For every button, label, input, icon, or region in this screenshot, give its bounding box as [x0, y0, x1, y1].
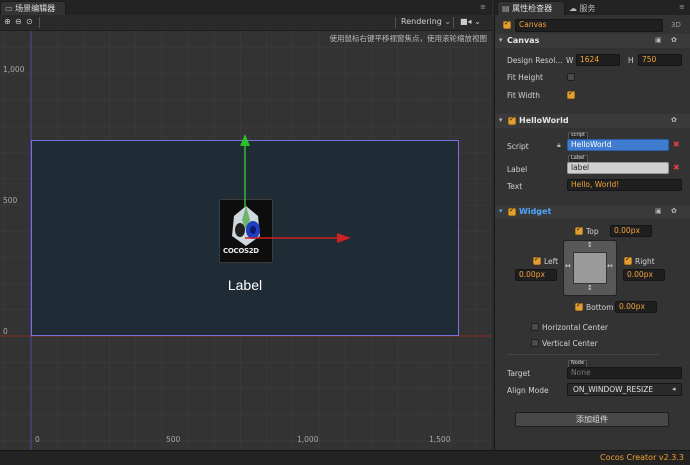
zoom-fit-icon[interactable]: ⊙	[26, 17, 33, 26]
widget-bottom-checkbox[interactable]	[575, 301, 583, 311]
design-resolution-label: Design Resol...	[507, 56, 563, 65]
target-node-field[interactable]: None	[567, 367, 682, 379]
tab-properties[interactable]: ▤ 属性检查器	[497, 1, 565, 15]
book-icon[interactable]: ▣	[655, 36, 662, 44]
scene-label-node[interactable]: Label	[200, 277, 290, 293]
toolbar-divider	[395, 17, 396, 28]
helloworld-enabled-checkbox[interactable]	[508, 115, 516, 125]
arrow-vertical-icon: ↕	[587, 241, 593, 249]
widget-right-checkbox[interactable]	[624, 255, 632, 265]
align-mode-label: Align Mode	[507, 386, 549, 395]
tab-scene-editor[interactable]: ▭ 场景编辑器	[0, 1, 66, 15]
node-name-input[interactable]: Canvas	[515, 19, 663, 32]
status-bar: Cocos Creator v2.3.3	[0, 450, 690, 465]
widget-section-title: Widget	[519, 207, 552, 216]
vertical-center-label: Vertical Center	[542, 339, 598, 348]
gear-icon[interactable]: ✿	[671, 116, 677, 124]
tab-service[interactable]: ☁ 服务	[569, 3, 596, 14]
widget-enabled-checkbox[interactable]	[508, 206, 516, 216]
scene-tab-bar: ▭ 场景编辑器 ≡	[0, 0, 492, 16]
panel-menu-icon[interactable]: ≡	[480, 3, 486, 11]
arrow-vertical-icon: ↕	[587, 284, 593, 292]
fit-height-checkbox[interactable]	[567, 73, 575, 81]
divider	[507, 354, 659, 355]
widget-left-label: Left	[544, 257, 559, 266]
camera-icon[interactable]: ■◂ ⌄	[460, 17, 481, 26]
tab-service-label: 服务	[579, 4, 596, 13]
widget-bottom-input[interactable]: 0.00px	[615, 301, 657, 313]
scene-icon: ▭	[5, 4, 16, 13]
properties-icon: ▤	[502, 4, 513, 13]
mode-3d-toggle[interactable]: 3D	[671, 21, 681, 29]
fit-width-label: Fit Width	[507, 91, 540, 100]
close-icon[interactable]: ✖	[673, 163, 680, 172]
widget-left-input[interactable]: 0.00px	[515, 269, 557, 281]
widget-right-label: Right	[635, 257, 655, 266]
script-asset-field[interactable]: HelloWorld	[567, 139, 669, 151]
design-height-input[interactable]: 750	[638, 54, 682, 66]
scene-toolbar: ⊕ ⊖ ⊙ Rendering ⌄ ■◂ ⌄	[0, 15, 492, 31]
w-label: W	[566, 56, 574, 65]
gizmo-x-arrow	[337, 233, 351, 243]
label-prop-label: Label	[507, 165, 528, 174]
widget-top-input[interactable]: 0.00px	[610, 225, 652, 237]
widget-top-checkbox[interactable]	[575, 225, 583, 235]
zoom-in-icon[interactable]: ⊕	[4, 17, 11, 26]
fit-height-label: Fit Height	[507, 73, 543, 82]
chevron-down-icon: ⌄	[444, 17, 452, 26]
script-label: Script	[507, 142, 529, 151]
dropdown-arrow-icon: ◂	[672, 385, 676, 393]
panel-menu-icon[interactable]: ≡	[679, 3, 685, 11]
version-label: Cocos Creator v2.3.3	[600, 453, 684, 462]
gear-icon[interactable]: ✿	[671, 36, 677, 44]
add-component-button[interactable]: 添加组件	[515, 412, 669, 427]
gizmo-y-arrow	[240, 134, 250, 146]
lock-icon: 🔒︎	[557, 141, 561, 149]
align-mode-select[interactable]: ON_WINDOW_RESIZE ◂	[567, 383, 682, 396]
vertical-center-checkbox[interactable]	[531, 339, 539, 347]
horizontal-center-checkbox[interactable]	[531, 323, 539, 331]
align-mode-value: ON_WINDOW_RESIZE	[573, 385, 654, 394]
widget-align-box[interactable]: ↕ ↕ ↔ ↔	[563, 240, 617, 296]
arrow-horizontal-icon: ↔	[607, 262, 613, 270]
book-icon[interactable]: ▣	[655, 207, 662, 215]
canvas-section-title: Canvas	[507, 36, 540, 45]
collapse-arrow-icon[interactable]: ▾	[499, 36, 503, 44]
cloud-icon: ☁	[569, 4, 580, 13]
scene-viewport[interactable]: 1,000 500 0 0 500 1,000 1,500 使用鼠标右键平移视窗…	[0, 31, 492, 450]
tab-properties-label: 属性检查器	[512, 4, 553, 13]
design-width-input[interactable]: 1624	[576, 54, 620, 66]
scene-editor-panel: ▭ 场景编辑器 ≡ ⊕ ⊖ ⊙ Rendering ⌄ ■◂ ⌄ 1,000 5…	[0, 0, 492, 450]
gear-icon[interactable]: ✿	[671, 207, 677, 215]
widget-left-checkbox[interactable]	[533, 255, 541, 265]
h-label: H	[628, 56, 634, 65]
label-node-field[interactable]: label	[567, 162, 669, 174]
helloworld-section-title: HelloWorld	[519, 116, 569, 125]
render-mode-select[interactable]: Rendering ⌄	[401, 17, 451, 26]
move-gizmo[interactable]	[0, 31, 492, 450]
node-active-checkbox[interactable]	[503, 19, 511, 29]
tab-scene-editor-label: 场景编辑器	[15, 4, 56, 13]
target-label: Target	[507, 369, 531, 378]
widget-right-input[interactable]: 0.00px	[623, 269, 665, 281]
toolbar-divider	[453, 17, 454, 28]
collapse-arrow-icon[interactable]: ▾	[499, 116, 503, 124]
zoom-out-icon[interactable]: ⊖	[15, 17, 22, 26]
widget-top-label: Top	[586, 227, 599, 236]
close-icon[interactable]: ✖	[673, 140, 680, 149]
render-mode-label: Rendering	[401, 17, 442, 26]
inspector-panel: ▤ 属性检查器 ☁ 服务 ≡ Canvas 3D ▾ Canvas ▣ ✿ De…	[494, 0, 690, 450]
text-input[interactable]: Hello, World!	[567, 179, 682, 191]
widget-bottom-label: Bottom	[586, 303, 614, 312]
text-prop-label: Text	[507, 182, 523, 191]
arrow-horizontal-icon: ↔	[565, 262, 571, 270]
collapse-arrow-icon[interactable]: ▾	[499, 207, 503, 215]
toolbar-divider	[39, 17, 40, 28]
fit-width-checkbox[interactable]	[567, 89, 575, 99]
widget-align-inner	[573, 252, 607, 284]
horizontal-center-label: Horizontal Center	[542, 323, 608, 332]
inspector-tab-bar: ▤ 属性检查器 ☁ 服务 ≡	[495, 0, 690, 15]
